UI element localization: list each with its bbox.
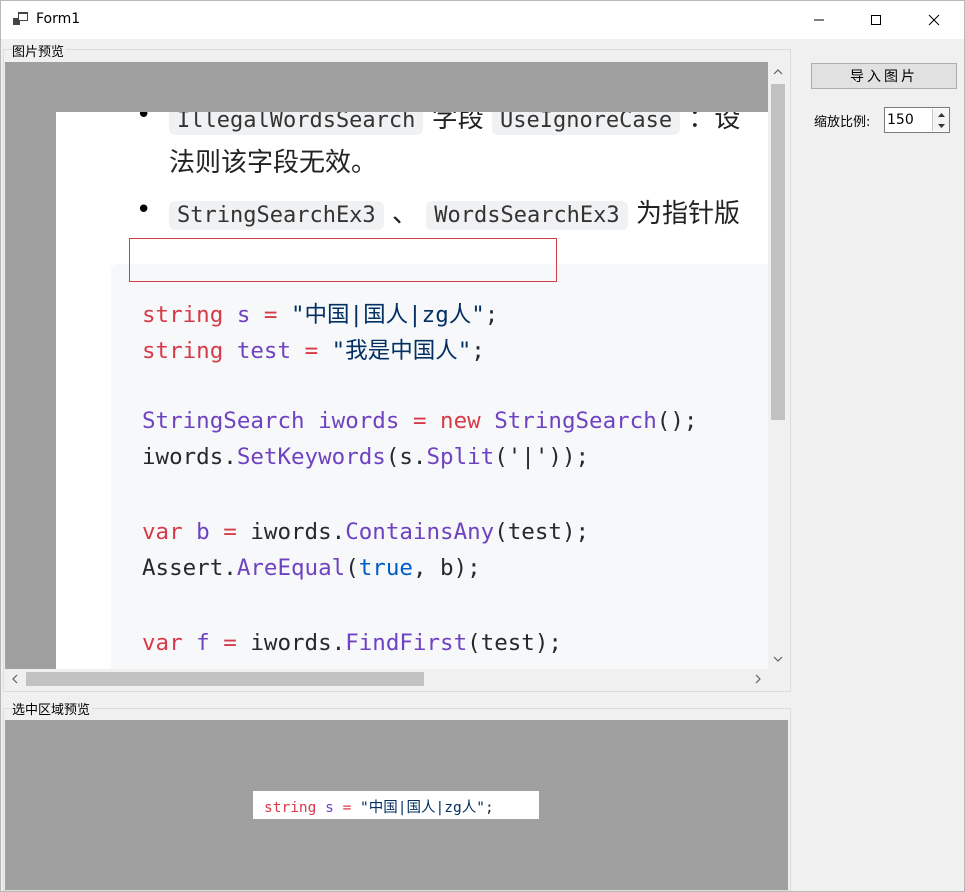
scale-stepper[interactable] [884,107,950,133]
doc-text: 字段 [431,112,484,134]
scroll-left-icon[interactable] [5,669,25,689]
horizontal-scrollbar[interactable] [5,669,768,689]
scale-label: 缩放比例: [814,115,871,130]
main-window: Form1 图片预览 • IllegalWordsSearch 字段 UseIg… [0,0,965,892]
bullet-dot: • [136,195,152,225]
scale-input[interactable] [887,111,931,129]
doc-text: ：设 [688,112,741,134]
close-button[interactable] [905,1,963,39]
code-chip: StringSearchEx3 [169,201,384,230]
app-icon [13,12,28,25]
close-icon [928,14,940,26]
doc-text: 为指针版 [635,199,740,229]
maximize-button[interactable] [847,1,905,39]
title-bar[interactable]: Form1 [1,1,964,39]
spin-down-icon[interactable] [932,120,949,131]
vertical-scrollbar[interactable] [768,62,788,669]
minimize-button[interactable] [790,1,848,39]
spin-up-icon[interactable] [932,109,949,120]
window-title: Form1 [36,11,81,27]
code-line-7: var f = iwords.FindFirst(test); [142,630,562,656]
selection-rectangle[interactable] [129,238,557,282]
image-preview-label: 图片预览 [12,41,67,60]
vertical-scroll-thumb[interactable] [771,84,785,420]
doc-line-3: StringSearchEx3 、 WordsSearchEx3 为指针版 [169,193,740,230]
code-line-4: iwords.SetKeywords(s.Split('|')); [142,444,590,470]
code-line-5: var b = iwords.ContainsAny(test); [142,519,590,545]
scroll-up-icon[interactable] [768,62,788,82]
image-viewport[interactable]: • IllegalWordsSearch 字段 UseIgnoreCase ：设… [5,62,768,669]
code-line-3: StringSearch iwords = new StringSearch()… [142,408,698,434]
bullet-dot: • [136,112,152,130]
doc-line-1: IllegalWordsSearch 字段 UseIgnoreCase ：设 [169,112,740,135]
doc-line-2: 法则该字段无效。 [169,148,378,178]
cropped-image: string s = "中国|国人|zg人"; [253,791,539,819]
minimize-icon [814,19,824,21]
code-line-1: string s = "中国|国人|zg人"; [142,302,499,328]
doc-text: 、 [391,199,418,229]
preview-image: • IllegalWordsSearch 字段 UseIgnoreCase ：设… [56,112,768,669]
horizontal-scroll-thumb[interactable] [26,672,424,686]
import-image-button[interactable]: 导入图片 [811,63,957,89]
code-chip: WordsSearchEx3 [426,201,628,230]
code-chip: UseIgnoreCase [491,112,681,135]
maximize-icon [871,15,881,25]
code-chip: IllegalWordsSearch [169,112,424,135]
scroll-right-icon[interactable] [748,669,768,689]
cropped-code-line: string s = "中国|国人|zg人"; [264,800,494,816]
code-line-2: string test = "我是中国人"; [142,338,485,364]
scrollbar-corner [768,669,788,689]
scroll-down-icon[interactable] [768,649,788,669]
selection-preview-area: string s = "中国|国人|zg人"; [5,720,788,890]
selection-preview-label: 选中区域预览 [12,699,93,718]
code-line-6: Assert.AreEqual(true, b); [142,555,481,581]
